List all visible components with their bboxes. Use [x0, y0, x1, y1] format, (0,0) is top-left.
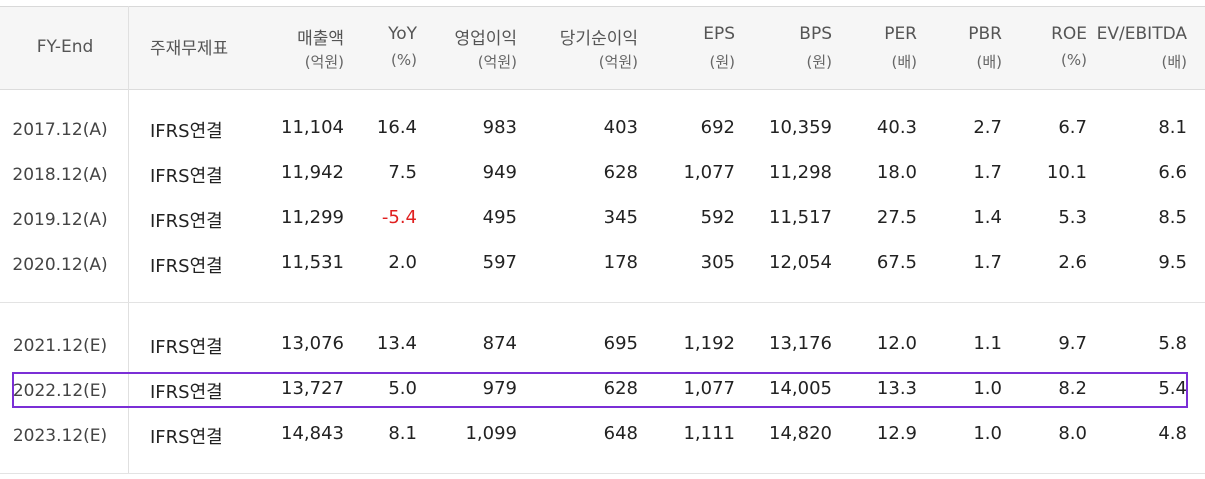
cell-bps: 13,176: [769, 333, 832, 354]
cell-sales: 11,104: [281, 117, 344, 138]
cell-eps: 1,111: [683, 423, 735, 444]
cell-yoy: 7.5: [388, 162, 417, 183]
cell-eps: 692: [700, 117, 735, 138]
cell-roe: 2.6: [1058, 252, 1087, 273]
cell-eps: 592: [700, 207, 735, 228]
header-bps: BPS: [799, 24, 832, 44]
cell-net-income: 403: [603, 117, 638, 138]
header-sales: 매출액: [297, 29, 344, 49]
table-bottom-border: [0, 473, 1205, 474]
header-yoy: YoY: [388, 24, 417, 44]
cell-yoy: 13.4: [376, 333, 417, 354]
financial-summary-table: FY-End 주재무제표 매출액 (억원) YoY (%) 영업이익 (억원) …: [0, 0, 1205, 479]
cell-pbr: 1.7: [973, 252, 1002, 273]
row-fy-end: 2023.12(E): [12, 426, 108, 446]
cell-ev-ebitda: 5.8: [1158, 333, 1187, 354]
header-sales-unit: (억원): [304, 53, 344, 71]
section-divider: [0, 302, 1205, 303]
header-basis: 주재무제표: [150, 39, 229, 59]
cell-sales: 13,076: [281, 333, 344, 354]
header-net-income: 당기순이익: [559, 29, 638, 49]
cell-sales: 11,299: [281, 207, 344, 228]
cell-pbr: 1.0: [973, 423, 1002, 444]
cell-per: 12.9: [876, 423, 917, 444]
cell-per: 12.0: [876, 333, 917, 354]
cell-ev-ebitda: 6.6: [1158, 162, 1187, 183]
header-pbr-unit: (배): [976, 53, 1002, 71]
cell-ev-ebitda: 8.1: [1158, 117, 1187, 138]
row-basis: IFRS연결: [150, 121, 223, 142]
cell-pbr: 1.4: [973, 207, 1002, 228]
highlighted-row-outline: [12, 372, 1188, 408]
header-operating-profit: 영업이익: [454, 29, 517, 49]
row-fy-end: 2018.12(A): [12, 165, 108, 185]
header-per: PER: [884, 24, 917, 44]
cell-ev-ebitda: 9.5: [1158, 252, 1187, 273]
header-pbr: PBR: [968, 24, 1002, 44]
cell-roe: 6.7: [1058, 117, 1087, 138]
cell-yoy: -5.4: [381, 207, 417, 228]
cell-net-income: 628: [603, 162, 638, 183]
cell-per: 40.3: [876, 117, 917, 138]
cell-operating-profit: 874: [482, 333, 517, 354]
cell-roe: 9.7: [1058, 333, 1087, 354]
cell-roe: 8.0: [1058, 423, 1087, 444]
cell-pbr: 2.7: [973, 117, 1002, 138]
row-basis: IFRS연결: [150, 211, 223, 232]
cell-net-income: 345: [603, 207, 638, 228]
cell-eps: 1,077: [683, 162, 735, 183]
cell-bps: 10,359: [769, 117, 832, 138]
header-roe: ROE: [1051, 24, 1087, 44]
cell-sales: 14,843: [281, 423, 344, 444]
row-basis: IFRS연결: [150, 337, 223, 358]
cell-per: 18.0: [876, 162, 917, 183]
header-operating-profit-unit: (억원): [477, 53, 517, 71]
header-fy-end: FY-End: [36, 37, 94, 57]
cell-operating-profit: 983: [482, 117, 517, 138]
cell-operating-profit: 1,099: [465, 423, 517, 444]
row-fy-end: 2021.12(E): [12, 336, 108, 356]
row-fy-end: 2020.12(A): [12, 255, 108, 275]
cell-bps: 11,517: [769, 207, 832, 228]
cell-eps: 1,192: [683, 333, 735, 354]
cell-ev-ebitda: 8.5: [1158, 207, 1187, 228]
cell-yoy: 2.0: [388, 252, 417, 273]
header-net-income-unit: (억원): [598, 53, 638, 71]
header-per-unit: (배): [891, 53, 917, 71]
cell-operating-profit: 495: [482, 207, 517, 228]
row-fy-end: 2017.12(A): [12, 120, 108, 140]
header-ev-ebitda-unit: (배): [1161, 53, 1187, 71]
cell-per: 67.5: [876, 252, 917, 273]
cell-per: 27.5: [876, 207, 917, 228]
header-eps-unit: (원): [709, 53, 735, 71]
cell-yoy: 8.1: [388, 423, 417, 444]
cell-bps: 14,820: [769, 423, 832, 444]
cell-eps: 305: [700, 252, 735, 273]
cell-net-income: 695: [603, 333, 638, 354]
cell-roe: 5.3: [1058, 207, 1087, 228]
row-basis: IFRS연결: [150, 256, 223, 277]
row-basis: IFRS연결: [150, 427, 223, 448]
cell-roe: 10.1: [1046, 162, 1087, 183]
cell-bps: 11,298: [769, 162, 832, 183]
cell-sales: 11,531: [281, 252, 344, 273]
cell-ev-ebitda: 4.8: [1158, 423, 1187, 444]
cell-bps: 12,054: [769, 252, 832, 273]
header-roe-unit: (%): [1061, 51, 1087, 69]
row-fy-end: 2019.12(A): [12, 210, 108, 230]
cell-operating-profit: 597: [482, 252, 517, 273]
row-basis: IFRS연결: [150, 166, 223, 187]
cell-net-income: 178: [603, 252, 638, 273]
header-eps: EPS: [703, 24, 735, 44]
cell-pbr: 1.7: [973, 162, 1002, 183]
cell-net-income: 648: [603, 423, 638, 444]
header-ev-ebitda: EV/EBITDA: [1096, 24, 1187, 44]
cell-yoy: 16.4: [376, 117, 417, 138]
cell-pbr: 1.1: [973, 333, 1002, 354]
cell-sales: 11,942: [281, 162, 344, 183]
header-bps-unit: (원): [806, 53, 832, 71]
cell-operating-profit: 949: [482, 162, 517, 183]
header-yoy-unit: (%): [391, 51, 417, 69]
